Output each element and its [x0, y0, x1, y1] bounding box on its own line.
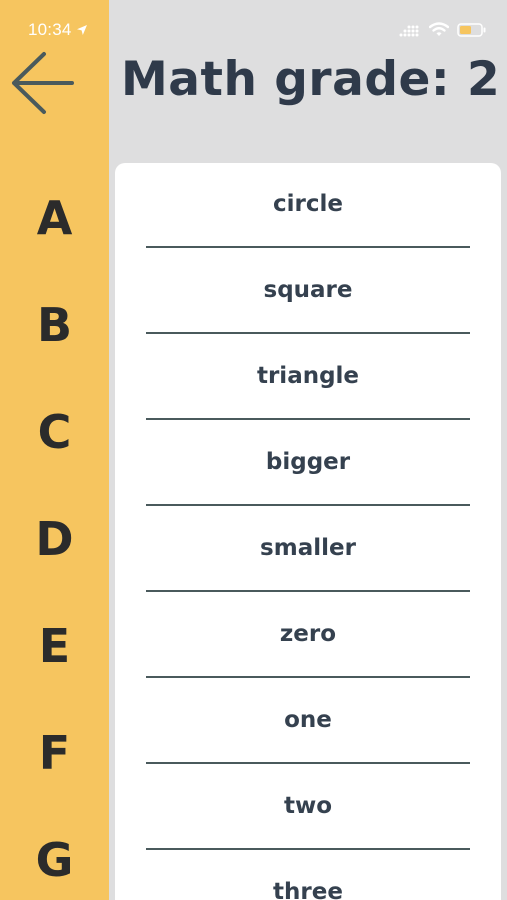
divider	[146, 762, 470, 764]
location-arrow-icon	[76, 24, 88, 36]
word-label: two	[283, 793, 333, 819]
alphabet-rail: 10:34 ABCDEFG	[0, 0, 109, 900]
list-item[interactable]: triangle	[115, 335, 501, 421]
list-item[interactable]: two	[115, 765, 501, 851]
alphabet-index: ABCDEFG	[0, 164, 109, 900]
divider	[146, 848, 470, 850]
app-screen: 10:34 ABCDEFG Math grade: 2 circle squar…	[0, 0, 507, 900]
divider	[146, 676, 470, 678]
word-list-card: circle square triangle bigger smaller zero one…	[115, 163, 501, 900]
back-button[interactable]	[10, 50, 74, 116]
word-label: triangle	[256, 363, 360, 389]
alphabet-letter[interactable]: D	[0, 485, 109, 592]
back-arrow-icon	[12, 52, 74, 114]
divider	[146, 504, 470, 506]
battery-icon	[457, 22, 487, 41]
alphabet-letter[interactable]: G	[0, 806, 109, 900]
divider	[146, 418, 470, 420]
divider	[146, 332, 470, 334]
list-item[interactable]: three	[115, 851, 501, 900]
word-label: circle	[273, 191, 343, 217]
list-item[interactable]: square	[115, 249, 501, 335]
signal-icon	[399, 22, 421, 41]
list-item[interactable]: zero	[115, 593, 501, 679]
list-item[interactable]: one	[115, 679, 501, 765]
status-icons	[399, 22, 487, 41]
alphabet-letter[interactable]: A	[0, 164, 109, 271]
word-label: bigger	[265, 449, 351, 475]
wifi-icon	[428, 22, 450, 41]
alphabet-letter[interactable]: E	[0, 592, 109, 699]
word-label: square	[263, 277, 353, 303]
alphabet-letter[interactable]: F	[0, 699, 109, 806]
word-label: one	[284, 707, 332, 733]
word-label: smaller	[260, 535, 356, 561]
list-item[interactable]: bigger	[115, 421, 501, 507]
word-label: zero	[279, 621, 337, 647]
status-time-group: 10:34	[28, 20, 88, 40]
word-label: three	[273, 879, 343, 900]
page-title: Math grade: 2	[121, 52, 501, 107]
alphabet-letter[interactable]: B	[0, 271, 109, 378]
word-list: circle square triangle bigger smaller zero one…	[115, 163, 501, 900]
list-item[interactable]: circle	[115, 163, 501, 249]
list-item[interactable]: smaller	[115, 507, 501, 593]
divider	[146, 590, 470, 592]
divider	[146, 246, 470, 248]
status-time: 10:34	[28, 20, 72, 39]
alphabet-letter[interactable]: C	[0, 378, 109, 485]
